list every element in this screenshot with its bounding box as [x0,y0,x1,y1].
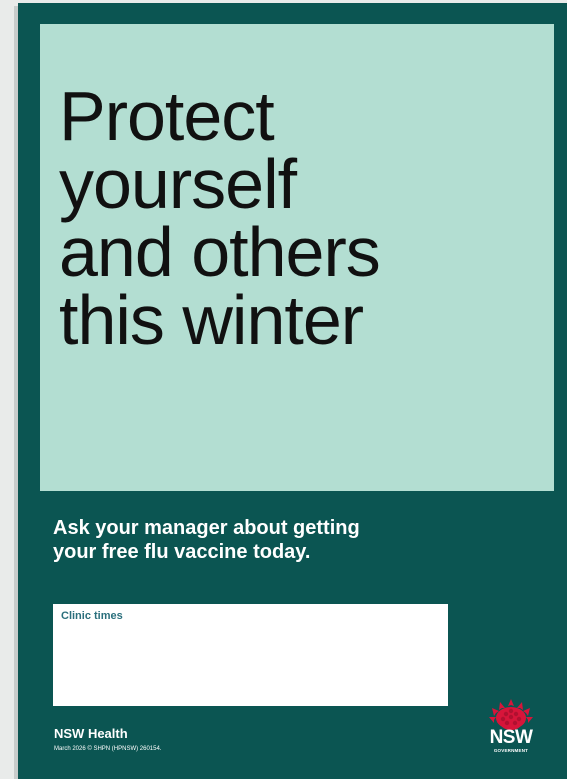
nsw-logo-text: NSW [489,727,533,748]
headline-line: yourself [59,145,297,223]
nsw-government-logo: NSW GOVERNMENT [478,697,544,759]
headline-line: and others [59,213,381,291]
waratah-icon [489,699,533,730]
poster-content: Protect yourself and others this winter … [18,3,567,779]
clinic-times-label: Clinic times [61,610,123,622]
headline-line: this winter [59,281,364,359]
headline-panel: Protect yourself and others this winter [40,24,554,491]
nsw-health-brand: NSW Health [54,726,128,741]
government-logo-text: GOVERNMENT [493,748,529,753]
headline: Protect yourself and others this winter [59,77,539,359]
callout-line: Ask your manager about getting [53,517,360,539]
callout-line: your free flu vaccine today. [53,541,311,563]
clinic-times-box[interactable]: Clinic times [53,604,448,706]
print-footnote: March 2026 © SHPN (HPNSW) 260154. [54,746,162,752]
headline-line: Protect [59,77,275,155]
vaccine-callout: Ask your manager about getting your free… [53,516,533,564]
